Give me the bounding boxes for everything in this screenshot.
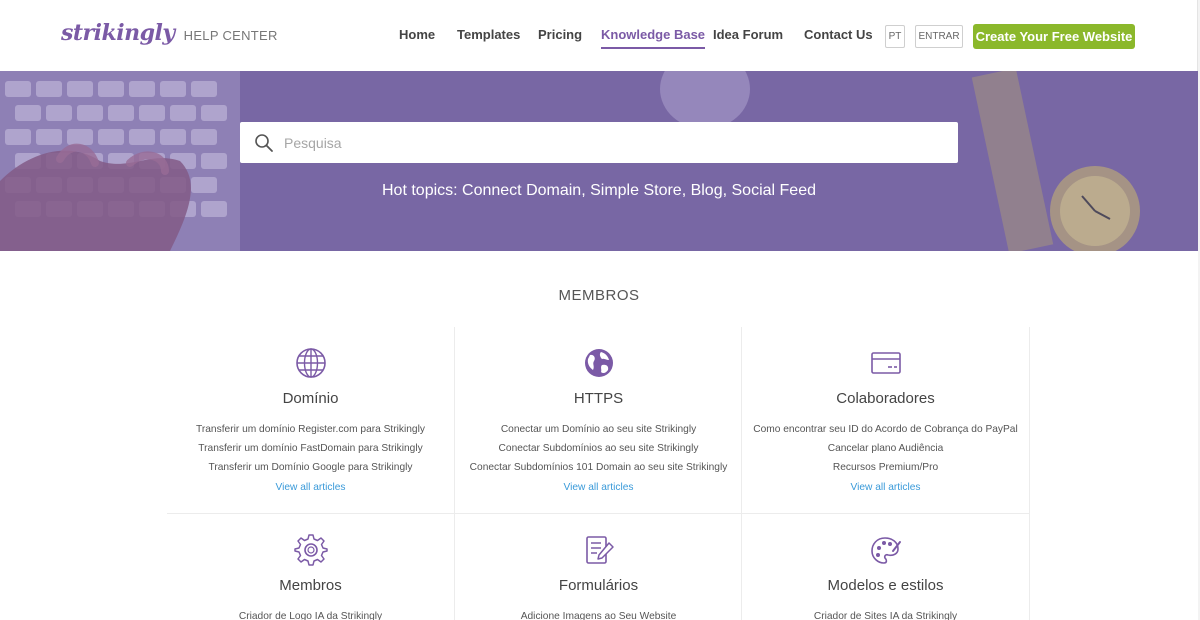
article-link[interactable]: Transferir um domínio Register.com para … bbox=[167, 420, 454, 439]
create-website-button[interactable]: Create Your Free Website bbox=[973, 24, 1135, 49]
nav-home[interactable]: Home bbox=[399, 27, 435, 42]
search-box[interactable] bbox=[240, 122, 958, 163]
globe-icon bbox=[295, 348, 326, 378]
main-nav: Home Templates Pricing Knowledge Base Id… bbox=[0, 0, 1197, 71]
hot-topics: Hot topics: Connect Domain, Simple Store… bbox=[382, 182, 816, 199]
category-card: Modelos e estilos Criador de Sites IA da… bbox=[742, 533, 1029, 620]
credit-card-icon bbox=[870, 352, 901, 374]
site-header: strikingly HELP CENTER Home Templates Pr… bbox=[0, 0, 1198, 71]
article-link[interactable]: Conectar Subdomínios 101 Domain ao seu s… bbox=[455, 458, 742, 477]
category-title[interactable]: Formulários bbox=[455, 577, 742, 594]
nav-contact-us[interactable]: Contact Us bbox=[804, 27, 873, 42]
article-link[interactable]: Conectar Subdomínios ao seu site Strikin… bbox=[455, 439, 742, 458]
section-title: MEMBROS bbox=[558, 287, 640, 304]
category-title[interactable]: Modelos e estilos bbox=[742, 577, 1029, 594]
earth-icon bbox=[584, 349, 613, 377]
article-link[interactable]: Transferir um domínio FastDomain para St… bbox=[167, 439, 454, 458]
nav-templates[interactable]: Templates bbox=[457, 27, 520, 42]
nav-knowledge-base[interactable]: Knowledge Base bbox=[601, 27, 706, 49]
gear-icon bbox=[293, 534, 328, 566]
category-card: HTTPS Conectar um Domínio ao seu site St… bbox=[455, 346, 742, 497]
nav-idea-forum[interactable]: Idea Forum bbox=[713, 27, 783, 42]
category-card: Domínio Transferir um domínio Register.c… bbox=[167, 346, 454, 497]
grid-divider bbox=[167, 513, 1030, 514]
hero-banner: Hot topics: Connect Domain, Simple Store… bbox=[0, 71, 1198, 251]
article-link[interactable]: Criador de Logo IA da Strikingly bbox=[167, 607, 454, 620]
article-link[interactable]: Como encontrar seu ID do Acordo de Cobra… bbox=[742, 420, 1029, 439]
category-card: Formulários Adicione Imagens ao Seu Webs… bbox=[455, 533, 742, 620]
category-title[interactable]: Domínio bbox=[167, 390, 454, 407]
article-link[interactable]: Transferir um Domínio Google para Striki… bbox=[167, 458, 454, 477]
article-link[interactable]: Adicione Imagens ao Seu Website bbox=[455, 607, 742, 620]
login-button[interactable]: ENTRAR bbox=[915, 25, 963, 48]
grid-divider bbox=[1029, 327, 1030, 620]
nav-pricing[interactable]: Pricing bbox=[538, 27, 582, 42]
category-card: Membros Criador de Logo IA da Strikingly bbox=[167, 533, 454, 620]
search-input[interactable] bbox=[274, 122, 958, 163]
palette-icon bbox=[870, 537, 901, 564]
view-all-articles-link[interactable]: View all articles bbox=[167, 478, 454, 497]
article-link[interactable]: Conectar um Domínio ao seu site Striking… bbox=[455, 420, 742, 439]
language-button[interactable]: PT bbox=[885, 25, 905, 48]
article-link[interactable]: Recursos Premium/Pro bbox=[742, 458, 1029, 477]
article-link[interactable]: Criador de Sites IA da Strikingly bbox=[742, 607, 1029, 620]
category-card: Colaboradores Como encontrar seu ID do A… bbox=[742, 346, 1029, 497]
category-title[interactable]: Membros bbox=[167, 577, 454, 594]
view-all-articles-link[interactable]: View all articles bbox=[742, 478, 1029, 497]
search-icon bbox=[255, 133, 273, 152]
form-edit-icon bbox=[585, 536, 614, 564]
article-link[interactable]: Cancelar plano Audiência bbox=[742, 439, 1029, 458]
category-title[interactable]: HTTPS bbox=[455, 390, 742, 407]
category-title[interactable]: Colaboradores bbox=[742, 390, 1029, 407]
view-all-articles-link[interactable]: View all articles bbox=[455, 478, 742, 497]
